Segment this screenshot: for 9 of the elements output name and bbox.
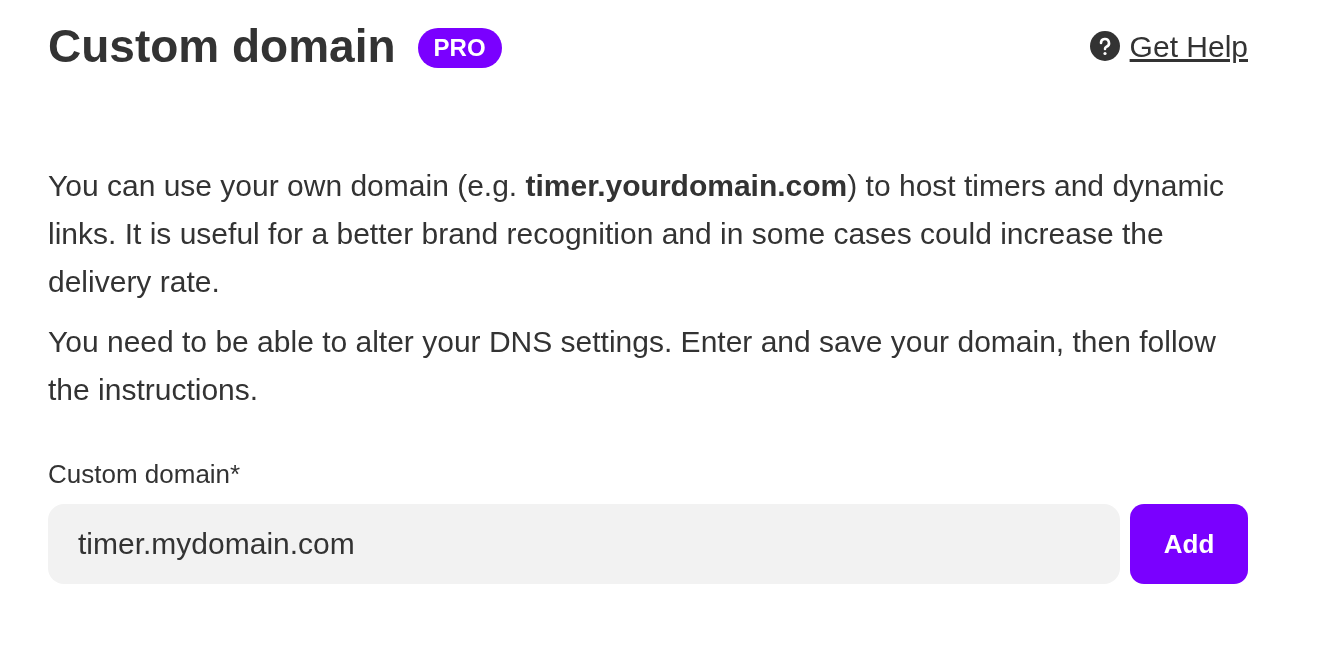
pro-badge: PRO (417, 28, 502, 68)
get-help-link[interactable]: Get Help (1129, 23, 1248, 69)
page-title: Custom domain (48, 19, 396, 74)
field-label: Custom domain* (48, 458, 242, 491)
domain-input-field[interactable]: timer.mydomain.com (48, 504, 1120, 584)
help-icon (1089, 31, 1120, 61)
add-button[interactable]: Add (1130, 504, 1248, 584)
description-paragraph: You need to be able to alter your DNS settings. Enter and save your domain, then follow the instructions. (48, 324, 1217, 408)
description-paragraph: You can use your own domain (e.g. timer.yourdomain.com) to host timers and dynamic links. It is useful for a better brand recognition and in some cases could increase the delivery rate. (48, 168, 1226, 300)
